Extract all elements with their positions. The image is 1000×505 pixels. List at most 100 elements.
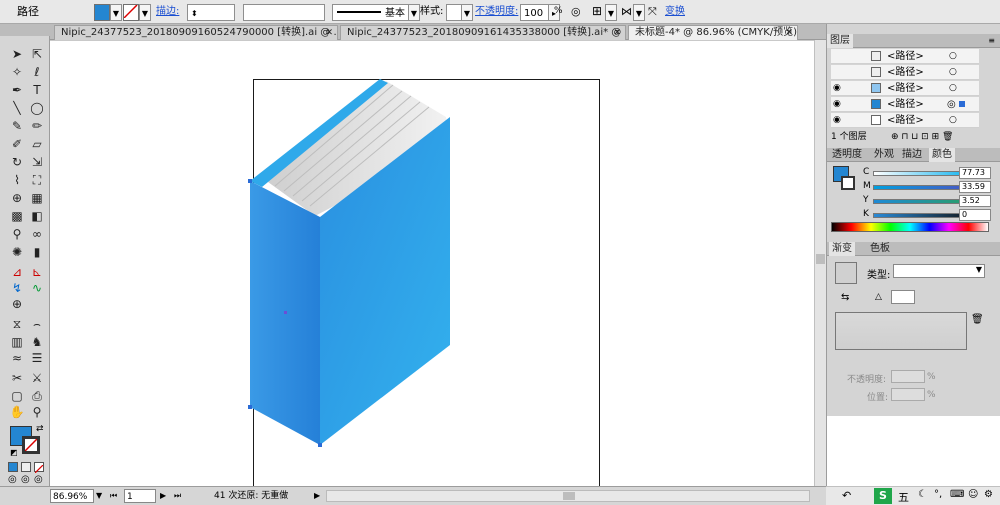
perspective-grid-tool-icon[interactable]: ⊿ — [8, 264, 26, 280]
gradient-opacity-field[interactable] — [891, 370, 925, 383]
tab-stroke[interactable]: 描边 — [899, 148, 925, 162]
slider-cyan[interactable]: C 77.73 — [831, 167, 1000, 180]
close-icon[interactable]: ✕ — [613, 26, 621, 40]
book-artwork[interactable] — [50, 41, 826, 486]
horizontal-scrollbar[interactable] — [326, 490, 810, 502]
align-dropdown-icon[interactable]: ▼ — [605, 4, 617, 21]
keyboard-icon[interactable]: ⌨ — [950, 489, 964, 500]
blend-tool-icon[interactable]: ∞ — [28, 226, 46, 242]
close-icon[interactable]: ✕ — [785, 26, 793, 40]
line-tool-icon[interactable]: ╲ — [8, 100, 26, 116]
stroke-dropdown-icon[interactable]: ▼ — [139, 4, 151, 21]
hand-tool-icon[interactable]: ✋ — [8, 404, 26, 420]
graph-tool-icon[interactable]: ▮ — [28, 244, 46, 260]
gradient-preview-swatch[interactable] — [835, 262, 857, 284]
magic-wand-tool-icon[interactable]: ✧ — [8, 64, 26, 80]
tab-document-2[interactable]: Nipic_24377523_20180909161435338000 [转换]… — [340, 25, 626, 40]
ime-logo-icon[interactable]: S — [874, 488, 892, 504]
cyan-value-field[interactable]: 77.73 — [959, 167, 991, 179]
blob-brush-tool-icon[interactable]: ✐ — [8, 136, 26, 152]
gradient-mode-icon[interactable] — [21, 462, 31, 472]
opacity-field[interactable]: 100 — [520, 4, 550, 21]
canvas[interactable] — [50, 41, 826, 489]
gradient-position-field[interactable] — [891, 388, 925, 401]
tab-color[interactable]: 颜色 — [929, 148, 955, 162]
selection-tool-icon[interactable]: ➤ — [8, 46, 26, 62]
opacity-link[interactable]: 不透明度: — [475, 3, 518, 20]
zoom-tool-icon[interactable]: ⚲ — [28, 404, 46, 420]
lasso-tool-icon[interactable]: ℓ — [28, 64, 46, 80]
slider-magenta[interactable]: M 33.59 — [831, 181, 1000, 194]
reverse-gradient-icon[interactable]: ⇆ — [841, 292, 849, 303]
gradient-type-select[interactable]: ▼ — [893, 264, 985, 278]
pen-tool-icon[interactable]: ✒ — [8, 82, 26, 98]
layer-row[interactable]: ◉ <路径> ○ — [831, 113, 979, 128]
color-spectrum[interactable] — [831, 222, 989, 232]
direct-selection-tool-icon[interactable]: ⇱ — [28, 46, 46, 62]
free-transform-tool-icon[interactable]: ⛶ — [28, 172, 46, 188]
artboard-crop-tool-icon[interactable]: ▢ — [8, 388, 26, 404]
stroke-profile-field[interactable]: 基本 — [332, 4, 416, 21]
live-paint-tool-icon[interactable]: ▦ — [28, 190, 46, 206]
page-field[interactable]: 1 — [124, 489, 156, 503]
fill-dropdown-icon[interactable]: ▼ — [110, 4, 122, 21]
draw-normal-icon[interactable]: ◎ — [8, 474, 17, 485]
fullscreen-icon[interactable]: ⤧ — [648, 3, 657, 20]
type-tool-icon[interactable]: T — [28, 82, 46, 98]
symbol-sprayer-tool-icon[interactable]: ✺ — [8, 244, 26, 260]
user-icon[interactable]: ☺ — [968, 489, 978, 500]
artboard-tool-icon[interactable]: ⊕ — [8, 296, 26, 312]
draw-behind-icon[interactable]: ◎ — [21, 474, 30, 485]
color-mode-icon[interactable] — [8, 462, 18, 472]
tab-document-1[interactable]: Nipic_24377523_20180909160524790000 [转换]… — [54, 25, 338, 40]
isolate-icon[interactable]: ⋈ — [621, 3, 632, 20]
scroll-thumb[interactable] — [563, 492, 575, 500]
pencil-tool-icon[interactable]: ✏ — [28, 118, 46, 134]
stroke-proxy-swatch[interactable] — [22, 436, 40, 454]
wave-tool-icon[interactable]: ≈ — [8, 350, 26, 366]
mesh-tool-icon[interactable]: ▩ — [8, 208, 26, 224]
reshape-tool-icon[interactable]: ∿ — [28, 280, 46, 296]
anchor-point[interactable] — [248, 405, 252, 409]
layer-row[interactable]: <路径> ○ — [831, 65, 979, 80]
settings-icon[interactable]: ⚙ — [984, 489, 993, 500]
stroke-swatch[interactable] — [123, 4, 139, 21]
moon-icon[interactable]: ☾ — [918, 489, 927, 500]
layer-footer-icons[interactable]: ⊕ ⊓ ⊔ ⊡ ⊞ 🗑 — [891, 130, 953, 144]
anchor-point[interactable] — [318, 443, 322, 447]
target-icon[interactable]: ○ — [949, 49, 957, 64]
angle-field[interactable] — [891, 290, 915, 304]
layer-row[interactable]: <路径> ○ — [831, 49, 979, 64]
first-page-icon[interactable]: ⏮ — [110, 489, 117, 503]
paintbrush-tool-icon[interactable]: ✎ — [8, 118, 26, 134]
punctuation-icon[interactable]: °, — [934, 489, 942, 500]
gradient-ramp[interactable] — [835, 312, 967, 350]
tab-transparency[interactable]: 透明度 — [829, 148, 865, 162]
align-icon[interactable]: ⊞ — [592, 3, 602, 20]
tab-swatches[interactable]: 色板 — [867, 242, 893, 256]
tab-document-active[interactable]: 未标题-4* @ 86.96% (CMYK/预览) ✕ — [628, 25, 798, 40]
scissors-tool-icon[interactable]: ✂ — [8, 370, 26, 386]
close-icon[interactable]: ✕ — [325, 26, 333, 40]
shape-builder-tool-icon[interactable]: ⊕ — [8, 190, 26, 206]
default-colors-icon[interactable]: ◩ — [10, 448, 18, 457]
zoom-field[interactable]: 86.96% — [50, 489, 94, 503]
slider-yellow[interactable]: Y 3.52 — [831, 195, 1000, 208]
undo-icon[interactable]: ↶ — [842, 489, 851, 502]
gradient-tool-icon[interactable]: ◧ — [28, 208, 46, 224]
warp-tool-icon[interactable]: ⌇ — [8, 172, 26, 188]
print-tiling-tool-icon[interactable]: ⎙ — [28, 388, 46, 404]
swap-colors-icon[interactable]: ⇄ — [36, 424, 44, 434]
zoom-dropdown-icon[interactable]: ▼ — [96, 489, 102, 503]
eye-icon[interactable]: ◉ — [833, 113, 841, 128]
recolor-icon[interactable]: ◎ — [571, 3, 581, 20]
ellipse-tool-icon[interactable]: ◯ — [28, 100, 46, 116]
draw-inside-icon[interactable]: ◎ — [34, 474, 43, 485]
yellow-value-field[interactable]: 3.52 — [959, 195, 991, 207]
puppet-tool-icon[interactable]: ♞ — [28, 334, 46, 350]
width-tool-icon[interactable]: ↯ — [8, 280, 26, 296]
ime-mode-label[interactable]: 五 — [898, 489, 909, 505]
stroke-weight-field[interactable]: ⬍ — [187, 4, 235, 21]
envelope-tool-icon[interactable]: ⌢ — [28, 316, 46, 332]
status-menu-icon[interactable]: ▶ — [314, 489, 320, 503]
